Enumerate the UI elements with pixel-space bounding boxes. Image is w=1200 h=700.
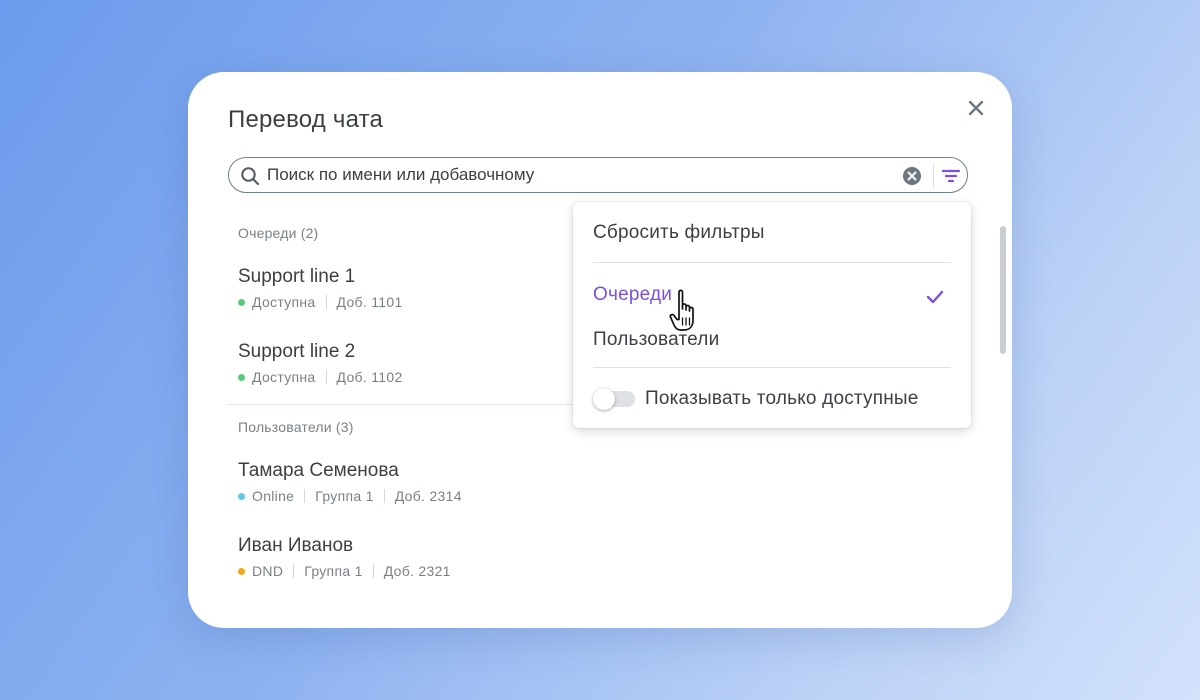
status-text: DND — [252, 563, 284, 579]
menu-divider — [593, 367, 951, 368]
close-icon — [968, 100, 984, 116]
extension: Доб. 1101 — [336, 294, 403, 310]
item-meta: Доступна Доб. 1101 — [238, 294, 403, 310]
search-icon — [241, 167, 260, 186]
dialog-title: Перевод чата — [228, 106, 384, 133]
status-text: Доступна — [252, 369, 316, 385]
filter-icon — [942, 169, 960, 183]
section-header-queues: Очереди (2) — [238, 225, 319, 241]
status-dot — [238, 567, 245, 575]
status-dot — [238, 298, 245, 306]
item-name: Support line 2 — [238, 341, 356, 362]
clear-icon[interactable] — [902, 166, 922, 186]
extension: Доб. 2314 — [394, 488, 462, 504]
section-header-users: Пользователи (3) — [238, 419, 354, 435]
item-name: Иван Иванов — [238, 535, 354, 556]
group: Группа 1 — [315, 488, 374, 504]
reset-filters-item[interactable]: Сбросить фильтры — [593, 222, 765, 244]
check-icon — [926, 290, 944, 304]
item-meta: Online Группа 1 Доб. 2314 — [238, 488, 462, 504]
item-name: Support line 1 — [238, 266, 356, 287]
status-text: Online — [252, 488, 295, 504]
item-name: Тамара Семенова — [238, 460, 399, 481]
group: Группа 1 — [304, 563, 363, 579]
filter-option-queues[interactable]: Очереди — [593, 284, 672, 306]
filter-option-users[interactable]: Пользователи — [593, 329, 719, 351]
menu-divider — [593, 262, 951, 263]
status-dot — [238, 373, 245, 381]
status-text: Доступна — [252, 294, 316, 310]
item-meta: Доступна Доб. 1102 — [238, 369, 403, 385]
toggle-knob — [593, 388, 615, 410]
only-available-toggle[interactable] — [593, 388, 635, 410]
search-box — [228, 157, 968, 193]
scrollbar-thumb[interactable] — [1000, 226, 1006, 354]
search-input[interactable] — [267, 164, 857, 186]
filter-button[interactable] — [940, 165, 962, 187]
only-available-label: Показывать только доступные — [645, 388, 919, 409]
status-dot — [238, 492, 245, 500]
item-meta: DND Группа 1 Доб. 2321 — [238, 563, 451, 579]
close-button[interactable] — [964, 96, 988, 120]
filter-menu: Сбросить фильтры Очереди Пользователи По… — [573, 202, 971, 428]
extension: Доб. 1102 — [336, 369, 403, 385]
extension: Доб. 2321 — [383, 563, 451, 579]
search-divider — [933, 164, 934, 188]
